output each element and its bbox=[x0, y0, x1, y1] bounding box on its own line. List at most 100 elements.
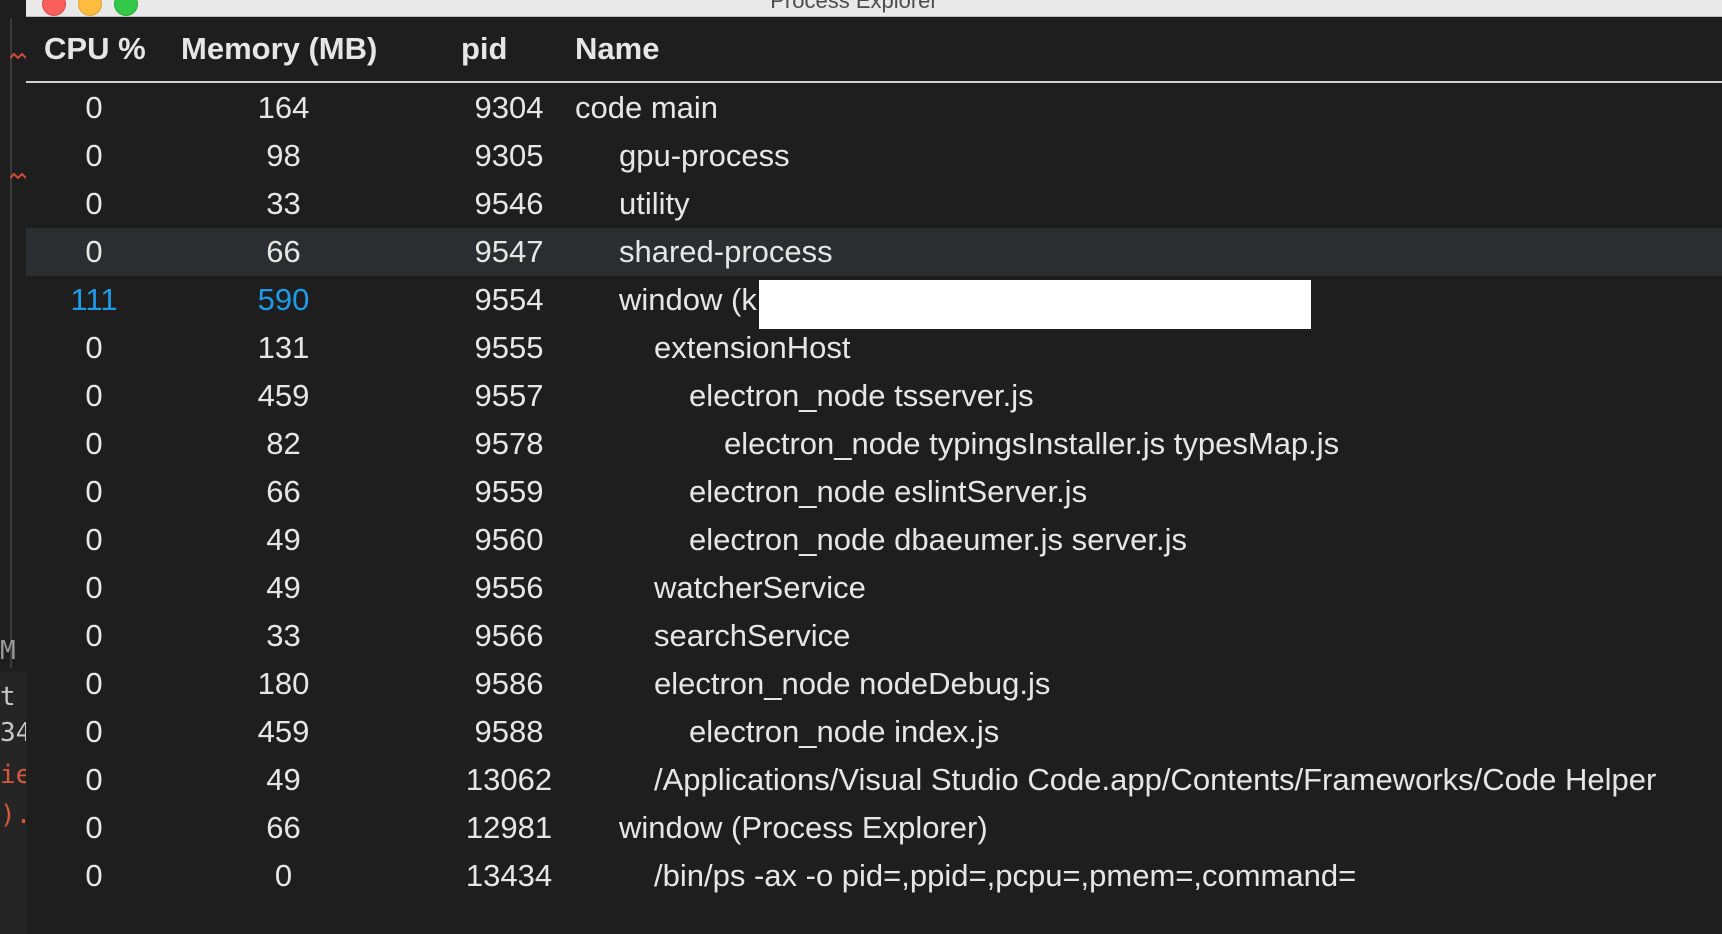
memory-cell: 131 bbox=[257, 330, 310, 365]
process-table: CPU % Memory (MB) pid Name 0 164 9304 code … bbox=[26, 17, 1722, 934]
table-row[interactable]: 0 66 12981 window (Process Explorer) bbox=[26, 804, 1722, 852]
process-name-cell: electron_node dbaeumer.js server.js bbox=[689, 522, 1188, 557]
memory-cell: 66 bbox=[266, 810, 301, 845]
cpu-cell: 0 bbox=[85, 330, 103, 365]
background-editor-strip: M t 34 ie ). bbox=[0, 0, 27, 934]
editor-gutter-line bbox=[10, 18, 12, 668]
memory-cell: 459 bbox=[257, 714, 310, 749]
cpu-cell: 0 bbox=[85, 714, 103, 749]
editor-text-fragment: ). bbox=[0, 800, 26, 830]
table-row[interactable]: 0 98 9305 gpu-process bbox=[26, 132, 1722, 180]
pid-cell: 9555 bbox=[474, 330, 544, 365]
pid-cell: 9586 bbox=[474, 666, 544, 701]
pid-cell: 13434 bbox=[465, 858, 553, 893]
memory-cell: 82 bbox=[266, 426, 301, 461]
process-name-cell: electron_node index.js bbox=[689, 714, 1000, 749]
window-titlebar: Process Explorer bbox=[26, 0, 1722, 17]
memory-cell: 180 bbox=[257, 666, 310, 701]
pid-cell: 9554 bbox=[474, 282, 544, 317]
table-row[interactable]: 0 33 9546 utility bbox=[26, 180, 1722, 228]
pid-cell: 9566 bbox=[474, 618, 544, 653]
cpu-cell: 0 bbox=[85, 378, 103, 413]
memory-cell: 164 bbox=[257, 90, 310, 125]
process-name-cell: window (Process Explorer) bbox=[619, 810, 988, 845]
process-name-cell: extensionHost bbox=[654, 330, 851, 365]
cpu-cell: 0 bbox=[85, 666, 103, 701]
pid-cell: 9557 bbox=[474, 378, 544, 413]
cpu-cell: 0 bbox=[85, 570, 103, 605]
redaction-box bbox=[759, 280, 1311, 329]
memory-cell: 33 bbox=[266, 618, 301, 653]
memory-cell: 49 bbox=[266, 762, 301, 797]
editor-text-fragment: M bbox=[0, 636, 16, 666]
process-name-cell: window (k bbox=[619, 282, 757, 317]
process-name-cell: gpu-process bbox=[619, 138, 790, 173]
memory-cell: 33 bbox=[266, 186, 301, 221]
column-header-pid[interactable]: pid bbox=[461, 31, 508, 67]
cpu-cell: 0 bbox=[85, 810, 103, 845]
pid-cell: 9546 bbox=[474, 186, 544, 221]
memory-cell: 49 bbox=[266, 522, 301, 557]
window-title: Process Explorer bbox=[770, 0, 938, 13]
table-body: 0 164 9304 code main 0 98 9305 gpu-process 0 33 95… bbox=[26, 84, 1722, 900]
cpu-cell: 0 bbox=[85, 426, 103, 461]
pid-cell: 9547 bbox=[474, 234, 544, 269]
table-row[interactable]: 0 164 9304 code main bbox=[26, 84, 1722, 132]
pid-cell: 9588 bbox=[474, 714, 544, 749]
cpu-cell: 0 bbox=[85, 474, 103, 509]
process-name-cell: electron_node typingsInstaller.js typesM… bbox=[724, 426, 1340, 461]
memory-cell: 66 bbox=[266, 234, 301, 269]
column-header-cpu[interactable]: CPU % bbox=[44, 31, 146, 67]
table-row[interactable]: 0 49 13062/Applications/Visual Studio Code… bbox=[26, 756, 1722, 804]
table-row[interactable]: 0 82 9578 electron_node typingsInstaller.js… bbox=[26, 420, 1722, 468]
memory-cell: 459 bbox=[257, 378, 310, 413]
table-row[interactable]: 0 180 9586 electron_node nodeDebug.js bbox=[26, 660, 1722, 708]
cpu-cell: 111 bbox=[70, 282, 118, 317]
process-name-cell: shared-process bbox=[619, 234, 833, 269]
cpu-cell: 0 bbox=[85, 522, 103, 557]
process-name-cell: electron_node tsserver.js bbox=[689, 378, 1034, 413]
cpu-cell: 0 bbox=[85, 858, 103, 893]
table-row[interactable]: 0 459 9557 electron_node tsserver.js bbox=[26, 372, 1722, 420]
editor-text-fragment: 34 bbox=[0, 718, 26, 748]
process-explorer-screen: M t 34 ie ). Process Explorer CPU % Memo… bbox=[0, 0, 1722, 934]
process-name-cell: /bin/ps -ax -o pid=,ppid=,pcpu=,pmem=,co… bbox=[654, 858, 1357, 893]
column-header-name[interactable]: Name bbox=[575, 31, 659, 67]
cpu-cell: 0 bbox=[85, 138, 103, 173]
memory-cell: 66 bbox=[266, 474, 301, 509]
memory-cell: 0 bbox=[274, 858, 293, 893]
table-row[interactable]: 0 66 9559 electron_node eslintServer.js bbox=[26, 468, 1722, 516]
process-name-cell: electron_node nodeDebug.js bbox=[654, 666, 1051, 701]
table-row[interactable]: 0 49 9560 electron_node dbaeumer.js server.… bbox=[26, 516, 1722, 564]
process-name-cell: watcherService bbox=[654, 570, 866, 605]
table-row[interactable]: 0 66 9547 shared-process bbox=[26, 228, 1722, 276]
process-name-cell: code main bbox=[575, 90, 719, 125]
pid-cell: 9560 bbox=[474, 522, 544, 557]
error-squiggle-icon bbox=[10, 172, 26, 180]
cpu-cell: 0 bbox=[85, 186, 103, 221]
table-row[interactable]: 0 49 9556 watcherService bbox=[26, 564, 1722, 612]
table-header: CPU % Memory (MB) pid Name bbox=[26, 17, 1722, 83]
memory-cell: 49 bbox=[266, 570, 301, 605]
table-row[interactable]: 0 0 13434/bin/ps -ax -o pid=,ppid=,pcpu=,p… bbox=[26, 852, 1722, 900]
table-row[interactable]: 0 459 9588 electron_node index.js bbox=[26, 708, 1722, 756]
pid-cell: 9304 bbox=[474, 90, 544, 125]
cpu-cell: 0 bbox=[85, 234, 103, 269]
memory-cell: 590 bbox=[257, 282, 310, 317]
pid-cell: 9578 bbox=[474, 426, 544, 461]
memory-cell: 98 bbox=[266, 138, 301, 173]
column-header-memory[interactable]: Memory (MB) bbox=[181, 31, 377, 67]
pid-cell: 12981 bbox=[465, 810, 553, 845]
table-row[interactable]: 111 590 9554 window (k bbox=[26, 276, 1722, 329]
cpu-cell: 0 bbox=[85, 618, 103, 653]
table-row[interactable]: 0 33 9566 searchService bbox=[26, 612, 1722, 660]
process-name-cell: electron_node eslintServer.js bbox=[689, 474, 1088, 509]
editor-text-fragment: ie bbox=[0, 760, 26, 790]
cpu-cell: 0 bbox=[85, 90, 103, 125]
table-row[interactable]: 0 131 9555 extensionHost bbox=[26, 324, 1722, 372]
editor-text-fragment: t bbox=[0, 682, 16, 712]
pid-cell: 13062 bbox=[465, 762, 553, 797]
pid-cell: 9556 bbox=[474, 570, 544, 605]
process-name-cell: /Applications/Visual Studio Code.app/Con… bbox=[654, 762, 1657, 797]
error-squiggle-icon bbox=[10, 52, 26, 60]
